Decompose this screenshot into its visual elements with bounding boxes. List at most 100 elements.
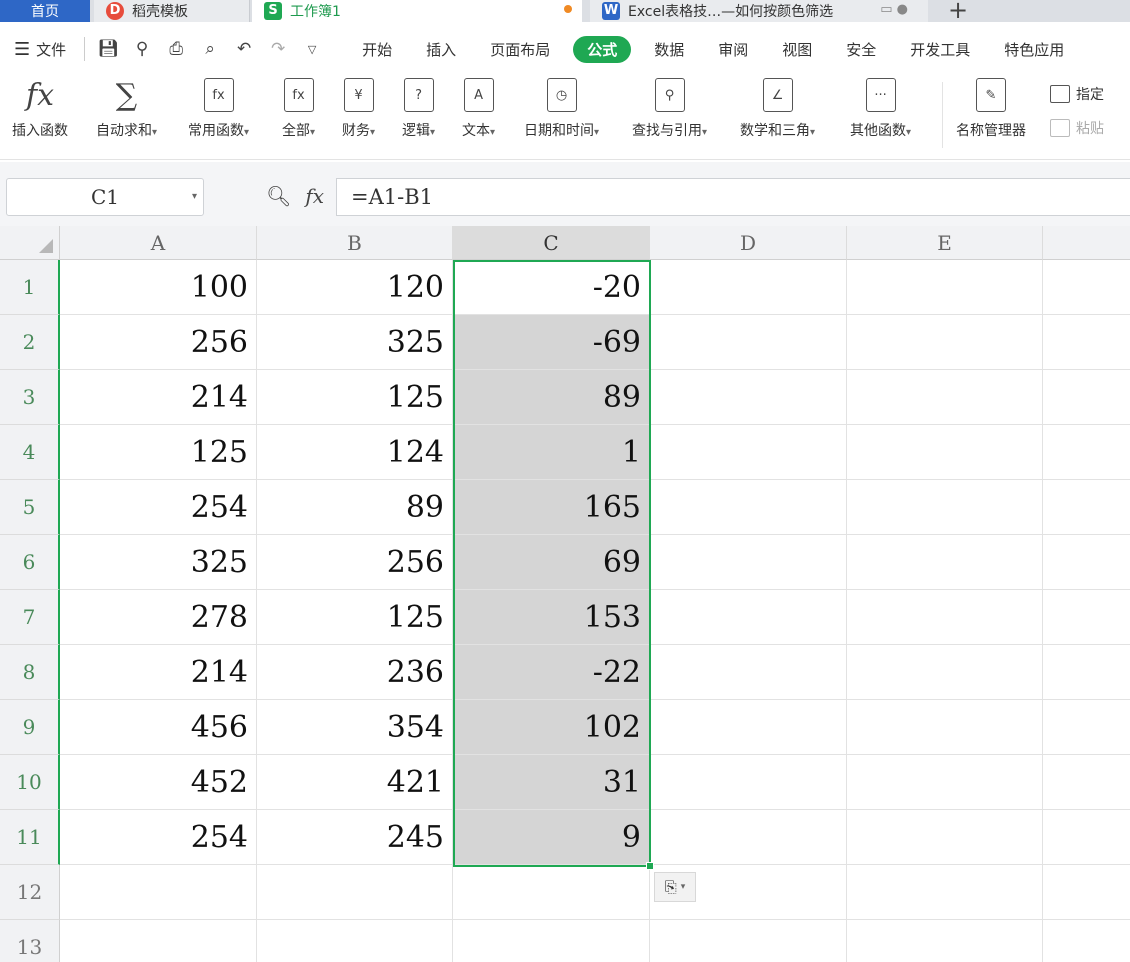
cell-a4[interactable]: 125: [60, 425, 257, 480]
row-header[interactable]: 5: [0, 480, 60, 535]
logical-button[interactable]: ? 逻辑▾: [402, 78, 435, 140]
cell-c6[interactable]: 69: [453, 535, 650, 590]
cell-b1[interactable]: 120: [257, 260, 453, 315]
cell-c4[interactable]: 1: [453, 425, 650, 480]
name-manager-button[interactable]: ✎ 名称管理器: [956, 78, 1026, 140]
row-header[interactable]: 7: [0, 590, 60, 645]
menu-page-layout[interactable]: 页面布局: [473, 39, 567, 60]
cell-f7[interactable]: [1043, 590, 1130, 645]
cell-e2[interactable]: [847, 315, 1043, 370]
cell-c3[interactable]: 89: [453, 370, 650, 425]
cell-f9[interactable]: [1043, 700, 1130, 755]
cell-e13[interactable]: [847, 920, 1043, 962]
cell-f2[interactable]: [1043, 315, 1130, 370]
cell-e5[interactable]: [847, 480, 1043, 535]
cell-a10[interactable]: 452: [60, 755, 257, 810]
cell-f8[interactable]: [1043, 645, 1130, 700]
cell-d10[interactable]: [650, 755, 847, 810]
cell-d2[interactable]: [650, 315, 847, 370]
row-header[interactable]: 13: [0, 920, 60, 962]
cell-a6[interactable]: 325: [60, 535, 257, 590]
save-icon[interactable]: 💾︎: [97, 39, 119, 59]
cell-a12[interactable]: [60, 865, 257, 920]
cell-a7[interactable]: 278: [60, 590, 257, 645]
zoom-search-icon[interactable]: 🔍︎: [266, 184, 291, 208]
cell-d7[interactable]: [650, 590, 847, 645]
row-header[interactable]: 9: [0, 700, 60, 755]
cell-b10[interactable]: 421: [257, 755, 453, 810]
menu-security[interactable]: 安全: [829, 39, 893, 60]
cell-d11[interactable]: [650, 810, 847, 865]
column-header-a[interactable]: A: [60, 226, 257, 260]
column-header-c[interactable]: C: [453, 226, 650, 260]
cell-b12[interactable]: [257, 865, 453, 920]
cell-b5[interactable]: 89: [257, 480, 453, 535]
financial-button[interactable]: ¥ 财务▾: [342, 78, 375, 140]
cell-e7[interactable]: [847, 590, 1043, 645]
cell-c13[interactable]: [453, 920, 650, 962]
cell-d1[interactable]: [650, 260, 847, 315]
cell-f5[interactable]: [1043, 480, 1130, 535]
cell-f4[interactable]: [1043, 425, 1130, 480]
row-header[interactable]: 11: [0, 810, 60, 865]
spreadsheet-grid[interactable]: A B C D E 1 100 120 -20 2 256 325 -69 3 214 125 89 4…: [0, 226, 1130, 962]
other-functions-button[interactable]: ··· 其他函数▾: [850, 78, 911, 140]
insert-fx-icon[interactable]: fx: [305, 184, 324, 208]
customize-dropdown-icon[interactable]: ▽: [301, 43, 323, 56]
cell-b7[interactable]: 125: [257, 590, 453, 645]
cell-d6[interactable]: [650, 535, 847, 590]
row-header[interactable]: 8: [0, 645, 60, 700]
cell-e8[interactable]: [847, 645, 1043, 700]
cell-f10[interactable]: [1043, 755, 1130, 810]
cell-a8[interactable]: 214: [60, 645, 257, 700]
cell-f13[interactable]: [1043, 920, 1130, 962]
cell-f6[interactable]: [1043, 535, 1130, 590]
cell-b2[interactable]: 325: [257, 315, 453, 370]
name-box[interactable]: C1 ▾: [6, 178, 204, 216]
cell-c8[interactable]: -22: [453, 645, 650, 700]
menu-view[interactable]: 视图: [765, 39, 829, 60]
cell-b4[interactable]: 124: [257, 425, 453, 480]
row-header[interactable]: 1: [0, 260, 60, 315]
undo-icon[interactable]: ↶: [233, 39, 255, 59]
menu-insert[interactable]: 插入: [409, 39, 473, 60]
cell-c5[interactable]: 165: [453, 480, 650, 535]
cell-c11[interactable]: 9: [453, 810, 650, 865]
cell-d5[interactable]: [650, 480, 847, 535]
cell-c12[interactable]: [453, 865, 650, 920]
cell-e4[interactable]: [847, 425, 1043, 480]
column-header-b[interactable]: B: [257, 226, 453, 260]
cell-f3[interactable]: [1043, 370, 1130, 425]
cell-e10[interactable]: [847, 755, 1043, 810]
cell-a3[interactable]: 214: [60, 370, 257, 425]
cell-d9[interactable]: [650, 700, 847, 755]
format-painter-icon[interactable]: ⚲: [131, 39, 153, 59]
cell-d8[interactable]: [650, 645, 847, 700]
tab-workbook[interactable]: S 工作簿1: [252, 0, 582, 22]
row-header[interactable]: 10: [0, 755, 60, 810]
cell-f12[interactable]: [1043, 865, 1130, 920]
tab-close-icon[interactable]: ▭ ●: [880, 2, 908, 17]
paste-options-button[interactable]: ⎘ ▾: [654, 872, 696, 902]
row-header[interactable]: 6: [0, 535, 60, 590]
cell-e6[interactable]: [847, 535, 1043, 590]
cell-c7[interactable]: 153: [453, 590, 650, 645]
row-header[interactable]: 12: [0, 865, 60, 920]
row-header[interactable]: 4: [0, 425, 60, 480]
cell-e12[interactable]: [847, 865, 1043, 920]
row-header[interactable]: 3: [0, 370, 60, 425]
cell-d3[interactable]: [650, 370, 847, 425]
lookup-reference-button[interactable]: ⚲ 查找与引用▾: [632, 78, 707, 140]
paste-name-button[interactable]: 粘贴: [1050, 118, 1104, 138]
cell-f1[interactable]: [1043, 260, 1130, 315]
cell-b11[interactable]: 245: [257, 810, 453, 865]
cell-a5[interactable]: 254: [60, 480, 257, 535]
cell-a1[interactable]: 100: [60, 260, 257, 315]
redo-icon[interactable]: ↷: [267, 39, 289, 59]
new-tab-button[interactable]: +: [948, 0, 968, 24]
print-icon[interactable]: ⎙: [165, 39, 187, 59]
cell-e9[interactable]: [847, 700, 1043, 755]
date-time-button[interactable]: ◷ 日期和时间▾: [524, 78, 599, 140]
cell-a9[interactable]: 456: [60, 700, 257, 755]
cell-e1[interactable]: [847, 260, 1043, 315]
